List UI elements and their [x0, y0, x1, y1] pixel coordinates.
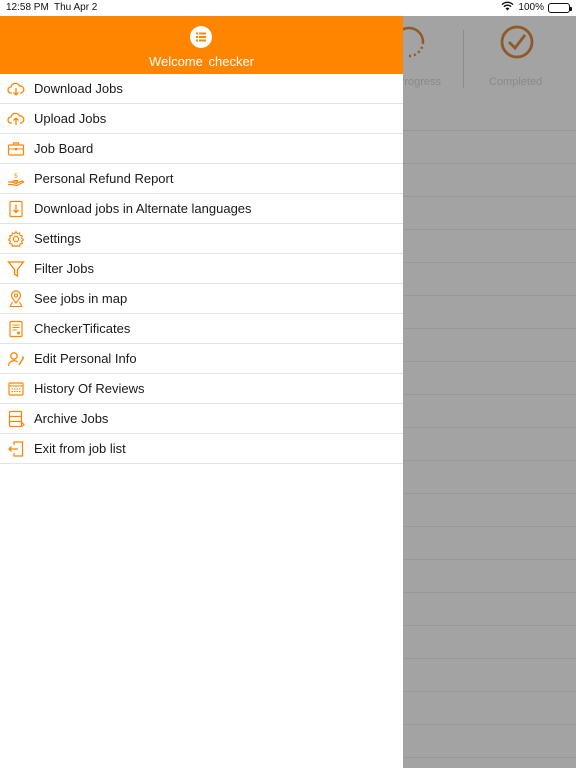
list-icon[interactable]	[190, 26, 212, 48]
background-row	[403, 725, 576, 758]
background-row	[403, 659, 576, 692]
review-history-icon	[7, 380, 25, 398]
menu-label: Download Jobs	[34, 81, 123, 96]
background-row	[403, 329, 576, 362]
background-job-list	[403, 98, 576, 758]
status-indicators: 100%	[501, 1, 572, 14]
background-row	[403, 692, 576, 725]
menu-label: Settings	[34, 231, 81, 246]
background-row	[403, 560, 576, 593]
svg-text:$: $	[14, 171, 18, 179]
document-download-icon	[7, 200, 25, 218]
status-time: 12:58 PM	[6, 2, 49, 13]
menu-label: Download jobs in Alternate languages	[34, 201, 252, 216]
background-row	[403, 296, 576, 329]
hand-coin-icon: $	[7, 170, 25, 188]
menu-label: CheckerTificates	[34, 321, 131, 336]
background-tab-bar: Progress Completed	[393, 16, 576, 98]
menu-item-download-alternate-languages[interactable]: Download jobs in Alternate languages	[0, 194, 403, 224]
background-row	[403, 263, 576, 296]
filter-icon	[7, 260, 25, 278]
status-date: Thu Apr 2	[54, 2, 98, 13]
exit-icon	[7, 440, 25, 458]
tab-completed: Completed	[463, 16, 576, 98]
welcome-text: Welcome checker	[148, 54, 255, 69]
menu-label: Job Board	[34, 141, 94, 156]
background-row	[403, 428, 576, 461]
background-row	[403, 164, 576, 197]
cloud-download-icon	[7, 80, 25, 98]
background-row	[403, 461, 576, 494]
menu-label: Filter Jobs	[34, 261, 94, 276]
certificate-icon	[7, 320, 25, 338]
menu-label: Edit Personal Info	[34, 351, 137, 366]
menu-label: Archive Jobs	[34, 411, 109, 426]
menu-item-history-of-reviews[interactable]: History Of Reviews	[0, 374, 403, 404]
menu-item-settings[interactable]: Settings	[0, 224, 403, 254]
menu-item-job-board[interactable]: Job Board	[0, 134, 403, 164]
check-circle-icon	[499, 24, 535, 65]
background-row	[403, 527, 576, 560]
menu-label: Personal Refund Report	[34, 171, 174, 186]
status-bar: 12:58 PM Thu Apr 2 100%	[0, 0, 576, 16]
wifi-icon	[501, 1, 514, 14]
tab-progress-label: Progress	[397, 76, 442, 88]
drawer-header: Welcome checker	[0, 16, 403, 74]
navigation-drawer: Welcome checker Download Jobs Upload Job…	[0, 16, 403, 768]
menu-label: See jobs in map	[34, 291, 128, 306]
menu-item-upload-jobs[interactable]: Upload Jobs	[0, 104, 403, 134]
background-row	[403, 230, 576, 263]
briefcase-icon	[7, 140, 25, 158]
map-pin-icon	[7, 289, 25, 308]
background-row	[403, 131, 576, 164]
menu-item-edit-personal-info[interactable]: Edit Personal Info	[0, 344, 403, 374]
gear-icon	[7, 229, 25, 248]
background-row	[403, 395, 576, 428]
menu-item-exit-from-job-list[interactable]: Exit from job list	[0, 434, 403, 464]
battery-icon	[548, 2, 572, 13]
menu-item-filter-jobs[interactable]: Filter Jobs	[0, 254, 403, 284]
menu-label: Exit from job list	[34, 441, 126, 456]
menu-item-see-jobs-in-map[interactable]: See jobs in map	[0, 284, 403, 314]
menu-label: History Of Reviews	[34, 381, 145, 396]
battery-percent: 100%	[518, 2, 544, 13]
drawer-menu: Download Jobs Upload Jobs Job Board $ Pe…	[0, 74, 403, 464]
archive-icon	[7, 410, 25, 428]
menu-item-archive-jobs[interactable]: Archive Jobs	[0, 404, 403, 434]
menu-item-download-jobs[interactable]: Download Jobs	[0, 74, 403, 104]
background-row	[403, 362, 576, 395]
cloud-upload-icon	[7, 110, 25, 128]
background-screen-overlay[interactable]: Progress Completed	[393, 16, 576, 768]
tab-completed-label: Completed	[489, 76, 543, 88]
tab-progress: Progress	[393, 16, 463, 98]
background-row	[403, 197, 576, 230]
background-row	[403, 626, 576, 659]
user-edit-icon	[7, 350, 25, 368]
menu-item-personal-refund-report[interactable]: $ Personal Refund Report	[0, 164, 403, 194]
background-row	[403, 593, 576, 626]
menu-item-checkertificates[interactable]: CheckerTificates	[0, 314, 403, 344]
menu-label: Upload Jobs	[34, 111, 107, 126]
background-row	[403, 494, 576, 527]
background-row	[403, 98, 576, 131]
